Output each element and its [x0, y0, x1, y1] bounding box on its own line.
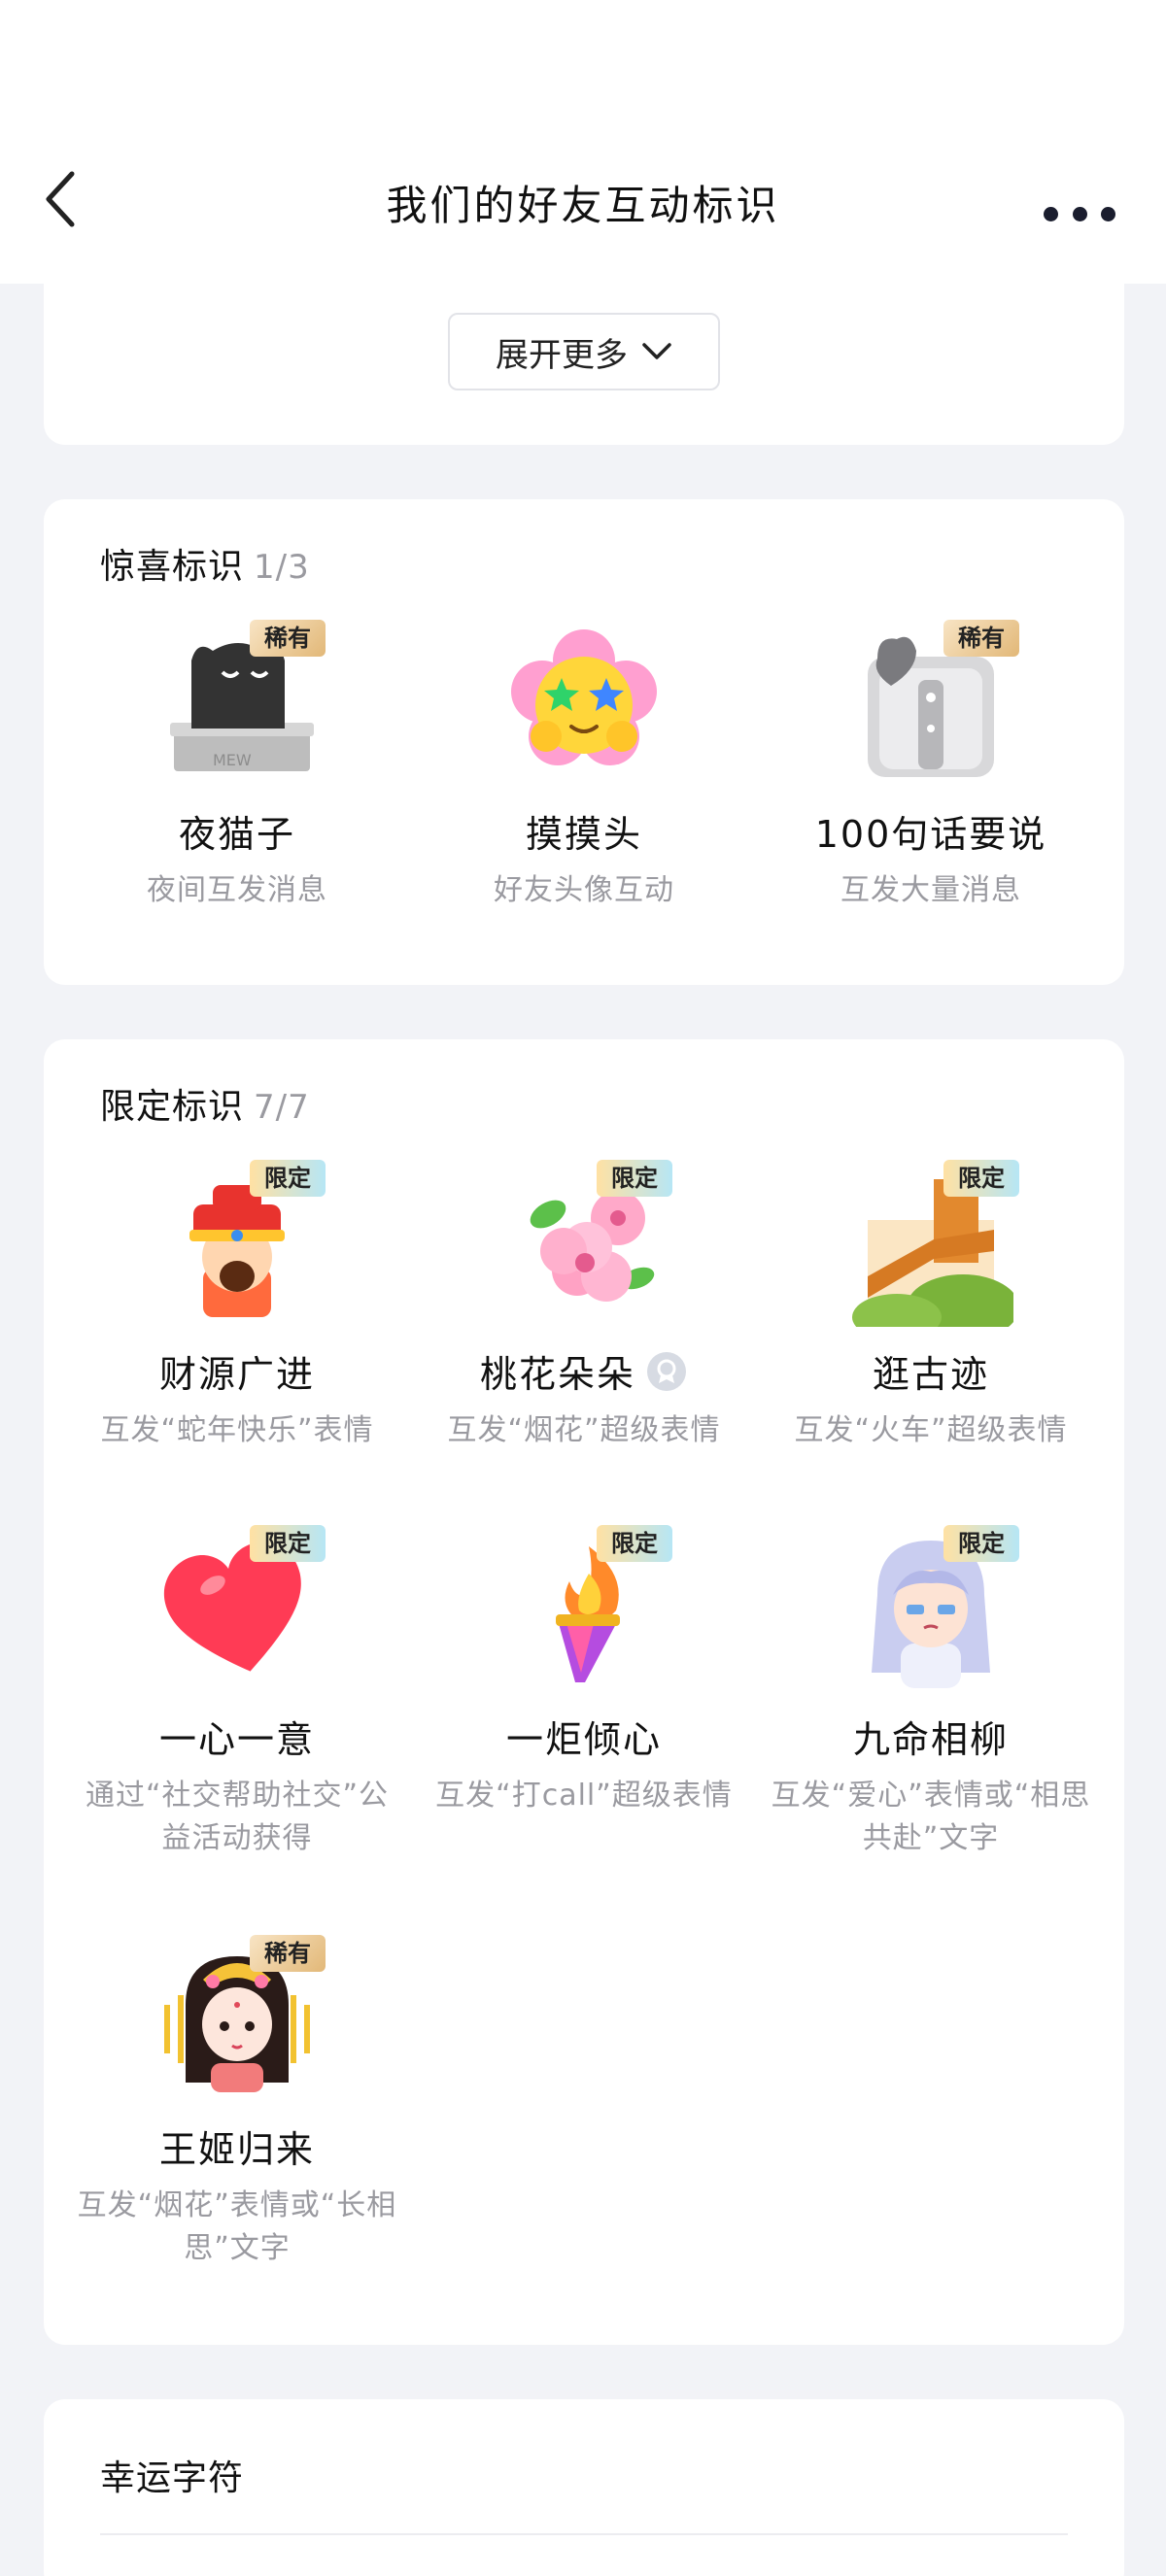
badge-name: 财源广进: [158, 1353, 315, 1396]
badge-item[interactable]: 稀有 王姬归来 互发“烟花”表情或“长相思”文字: [67, 1935, 407, 2270]
badge-name-text: 桃花朵朵: [479, 1353, 635, 1396]
more-dot-icon: [1072, 206, 1087, 221]
badge-name: 夜猫子: [178, 813, 295, 856]
badge-name: 100句话要说: [814, 813, 1047, 856]
badge-description: 互发“烟花”表情或“长相思”文字: [77, 2188, 397, 2265]
limited-tag: 限定: [597, 1525, 672, 1562]
divider: [100, 2533, 1068, 2535]
flower-face-icon: [511, 629, 657, 765]
badge-item[interactable]: 限定 桃花朵朵 互发“烟花”超级表情: [414, 1160, 754, 1452]
badge-item[interactable]: 限定 逛古迹 互发“火车”超级表情: [761, 1160, 1101, 1452]
chevron-down-icon: [642, 343, 671, 359]
section-count: 1/3: [254, 548, 310, 587]
limited-tag: 限定: [250, 1525, 326, 1562]
badge-name: 桃花朵朵: [414, 1344, 754, 1398]
badge-name: 一心一意: [158, 1718, 315, 1761]
medal-icon[interactable]: [645, 1350, 688, 1393]
badge-name: 王姬归来: [158, 2128, 315, 2171]
badge-item[interactable]: 稀有 100句话要说 互发大量消息: [761, 620, 1101, 912]
badge-item[interactable]: MEW 稀有 夜猫子 夜间互发消息: [67, 620, 407, 912]
more-options-button[interactable]: [1044, 194, 1115, 233]
badge-description: 互发“打call”超级表情: [435, 1779, 733, 1813]
page-title: 我们的好友互动标识: [386, 182, 780, 229]
top-navigation-bar: 我们的好友互动标识: [0, 0, 1166, 284]
expand-more-label: 展开更多: [496, 335, 628, 375]
lucky-characters-card[interactable]: 幸运字符: [44, 2399, 1124, 2576]
badge-item[interactable]: 限定 一炬倾心 互发“打call”超级表情: [414, 1525, 754, 1817]
svg-text:MEW: MEW: [213, 751, 252, 769]
limited-tag: 限定: [943, 1525, 1019, 1562]
limited-tag: 限定: [597, 1160, 672, 1197]
limited-tag: 限定: [250, 1160, 326, 1197]
badge-description: 互发“爱心”表情或“相思共赴”文字: [771, 1779, 1091, 1855]
badge-name: 摸摸头: [525, 813, 642, 856]
badge-item[interactable]: 限定 财源广进 互发“蛇年快乐”表情: [67, 1160, 407, 1452]
section-title: 幸运字符: [100, 2458, 245, 2498]
expand-card: 展开更多: [44, 284, 1124, 445]
badge-description: 通过“社交帮助社交”公益活动获得: [85, 1779, 390, 1855]
badge-name: 一炬倾心: [505, 1718, 662, 1761]
more-dot-icon: [1044, 206, 1058, 221]
expand-more-button[interactable]: 展开更多: [448, 313, 720, 390]
more-dot-icon: [1101, 206, 1115, 221]
limited-badges-card: 限定标识 7/7 限定 财源广进 互发“蛇年快乐”表情 限定 桃花朵朵 互发“烟…: [44, 1039, 1124, 2345]
badge-description: 互发“烟花”超级表情: [447, 1413, 721, 1447]
section-count: 7/7: [254, 1088, 310, 1127]
badge-description: 互发“火车”超级表情: [794, 1413, 1068, 1447]
badge-description: 互发“蛇年快乐”表情: [100, 1413, 374, 1447]
badge-description: 好友头像互动: [494, 873, 674, 907]
badge-item[interactable]: 限定 九命相柳 互发“爱心”表情或“相思共赴”文字: [761, 1525, 1101, 1860]
surprise-badges-card: 惊喜标识 1/3 MEW 稀有 夜猫子 夜间互发消息 摸摸头 好友头像互动 稀有…: [44, 499, 1124, 985]
badge-item[interactable]: 限定 一心一意 通过“社交帮助社交”公益活动获得: [67, 1525, 407, 1860]
section-title-label: 惊喜标识: [100, 547, 245, 587]
rare-tag: 稀有: [943, 620, 1019, 657]
badge-description: 互发大量消息: [840, 873, 1021, 907]
badge-description: 夜间互发消息: [147, 873, 327, 907]
rare-tag: 稀有: [250, 620, 326, 657]
section-title-label: 限定标识: [100, 1087, 245, 1127]
badge-item[interactable]: 摸摸头 好友头像互动: [414, 622, 754, 912]
rare-tag: 稀有: [250, 1935, 326, 1972]
section-title: 惊喜标识 1/3: [100, 538, 310, 589]
badge-name: 逛古迹: [872, 1353, 989, 1396]
limited-tag: 限定: [943, 1160, 1019, 1197]
badge-name: 九命相柳: [852, 1718, 1009, 1761]
section-title: 限定标识 7/7: [100, 1078, 310, 1129]
